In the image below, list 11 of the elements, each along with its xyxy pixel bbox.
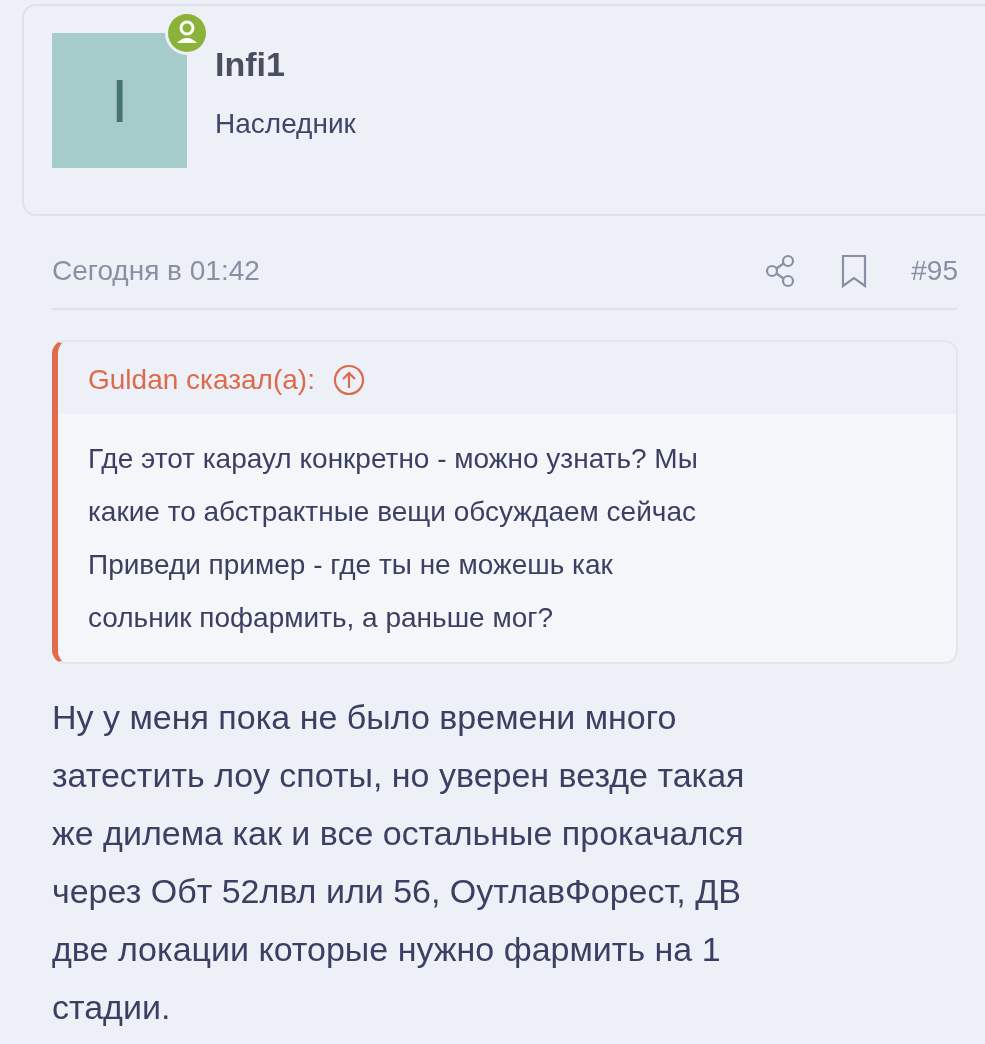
bookmark-icon[interactable] bbox=[841, 254, 868, 288]
avatar[interactable]: I bbox=[52, 33, 187, 168]
quote-author[interactable]: Guldan сказал(а): bbox=[88, 364, 315, 396]
quote-text: Где этот караул конкретно - можно узнать? Мы какие то абстрактные вещи обсуждаем сейчас Приведи пример - где ты не можешь как сольник пофармить, а раньше мог? bbox=[58, 414, 956, 662]
user-title: Наследник bbox=[215, 108, 356, 140]
arrow-up-icon[interactable] bbox=[332, 364, 365, 396]
username[interactable]: Infi1 bbox=[215, 45, 356, 84]
post-text: Ну у меня пока не было времени много затестить лоу споты, но уверен везде такая же дилема как и все остальные прокачался через Обт 52лвл или 56, ОутлавФорест, ДВ две локации которые нужно фармить на 1 стадии. bbox=[52, 697, 746, 1028]
post-date[interactable]: Сегодня в 01:42 bbox=[52, 255, 766, 287]
share-icon[interactable] bbox=[765, 254, 796, 288]
post-number[interactable]: #95 bbox=[911, 255, 958, 287]
